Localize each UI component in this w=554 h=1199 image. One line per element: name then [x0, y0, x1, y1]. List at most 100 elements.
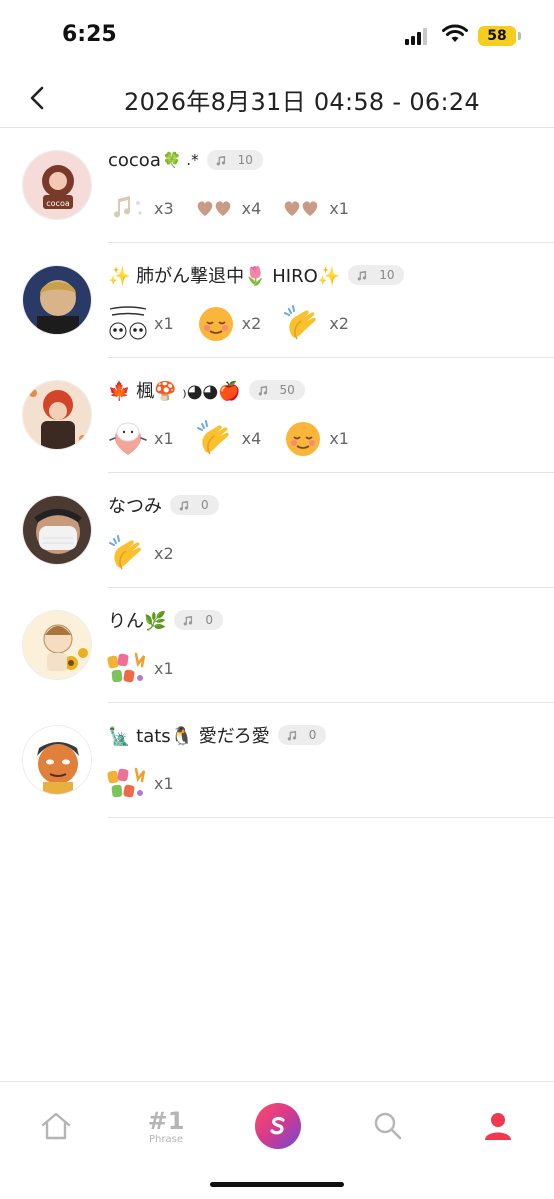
reaction-count: x1: [329, 198, 349, 218]
nav-phrase[interactable]: #1 Phrase: [136, 1096, 196, 1156]
reaction-count: x1: [329, 428, 349, 448]
music-note-icon: [184, 615, 193, 626]
profile-icon: [485, 1113, 511, 1140]
divider: [108, 817, 554, 818]
user-name-suffix: 🍀 .*: [162, 151, 199, 169]
note-count: 50: [279, 383, 295, 397]
reaction-list: x1 x4 x1: [106, 418, 369, 458]
music-note-icon: [357, 270, 367, 281]
note-count-badge: 0: [174, 610, 224, 630]
note-count-badge: 10: [206, 150, 263, 170]
reaction-list: x3 x4 x1: [106, 188, 369, 228]
avatar[interactable]: [22, 725, 92, 795]
reaction-list: x1: [106, 763, 194, 803]
reaction-item: x1: [281, 418, 349, 458]
list-item[interactable]: 🍁 楓🍄 ₎◕◕🍎 50 x1 x4 x1: [0, 358, 554, 473]
reaction-count: x4: [241, 198, 262, 218]
header: 2026年8月31日 04:58 - 06:24: [0, 66, 554, 128]
app-logo-icon: [255, 1103, 301, 1149]
reaction-item: x1: [106, 763, 174, 803]
music-note-icon: [287, 730, 296, 741]
wifi-icon: [442, 24, 468, 42]
reaction-item: x2: [194, 303, 262, 343]
note-count: 10: [379, 268, 395, 282]
avatar[interactable]: [22, 265, 92, 335]
battery-tip: [518, 32, 521, 40]
phrase-rank: #1: [147, 1106, 185, 1135]
home-icon: [41, 1112, 71, 1140]
colorful-text-sticker: [106, 763, 150, 803]
user-name: りん🌿: [108, 611, 167, 632]
page-title: 2026年8月31日 04:58 - 06:24: [124, 88, 480, 116]
list-item[interactable]: ✨ 肺がん撃退中🌷 HIRO✨ 10 x1 x2 x2: [0, 243, 554, 358]
phrase-label: Phrase: [149, 1133, 183, 1145]
note-count: 10: [237, 153, 253, 167]
reaction-item: x2: [106, 533, 174, 573]
colorful-text-sticker: [106, 648, 150, 688]
svg-text:cocoa: cocoa: [46, 199, 70, 208]
note-count: 0: [308, 728, 317, 742]
reaction-count: x4: [241, 428, 262, 448]
reaction-item: x4: [194, 418, 262, 458]
note-count: 0: [201, 498, 209, 512]
user-name: なつみ: [108, 496, 162, 517]
reaction-item: x4: [194, 188, 262, 228]
reaction-count: x1: [154, 658, 174, 678]
reaction-item: x3: [106, 188, 174, 228]
music-note-icon: [258, 385, 267, 396]
reaction-count: x1: [154, 428, 174, 448]
reaction-count: x3: [154, 198, 174, 218]
reaction-item: x1: [106, 648, 174, 688]
reaction-list: x1 x2 x2: [106, 303, 369, 343]
nav-search[interactable]: [358, 1096, 418, 1156]
user-name: 🍁 楓🍄 ₎◕◕🍎: [108, 381, 241, 402]
music-notes-sticker: [106, 188, 150, 228]
reaction-count: x2: [241, 313, 262, 333]
nav-center[interactable]: [248, 1096, 308, 1156]
list-item[interactable]: cocoa cocoa 🍀 .* 10 x3 x4 x1: [0, 128, 554, 243]
reaction-count: x1: [154, 313, 174, 333]
chevron-left-icon[interactable]: [24, 84, 52, 112]
user-name: ✨ 肺がん撃退中🌷 HIRO✨: [108, 266, 341, 287]
status-time: 6:25: [62, 22, 117, 47]
user-name: cocoa: [108, 149, 161, 171]
reaction-list: x2: [106, 533, 194, 573]
clapping-hands-sticker: [106, 533, 150, 573]
reaction-item: x1: [281, 188, 349, 228]
reaction-count: x2: [329, 313, 349, 333]
reaction-item: x1: [106, 418, 174, 458]
relieved-face-sticker: [194, 303, 238, 343]
nav-home[interactable]: [26, 1096, 86, 1156]
hearts-sticker: [281, 188, 325, 228]
list-item[interactable]: りん🌿 0 x1: [0, 588, 554, 703]
avatar[interactable]: [22, 495, 92, 565]
reaction-count: x1: [154, 773, 174, 793]
battery-indicator: 58: [478, 26, 516, 46]
reaction-list: x1: [106, 648, 194, 688]
pandas-thanks-sticker: [106, 303, 150, 343]
music-note-icon: [179, 500, 189, 511]
note-count-badge: 10: [348, 265, 405, 285]
note-count-badge: 50: [248, 380, 305, 400]
avatar[interactable]: [22, 610, 92, 680]
nav-profile[interactable]: [468, 1096, 528, 1156]
clapping-hands-sticker: [281, 303, 325, 343]
heart-ghost-sticker: [106, 418, 150, 458]
avatar[interactable]: [22, 380, 92, 450]
listener-list: cocoa cocoa 🍀 .* 10 x3 x4 x1 ✨ 肺がん撃退中🌷 H…: [0, 128, 554, 818]
search-icon: [374, 1112, 402, 1140]
avatar[interactable]: cocoa: [22, 150, 92, 220]
note-count: 0: [205, 613, 214, 627]
note-count-badge: 0: [170, 495, 219, 515]
user-name: 🗽 tats🐧 愛だろ愛: [108, 726, 270, 747]
list-item[interactable]: なつみ 0 x2: [0, 473, 554, 588]
cellular-signal-icon: [405, 27, 431, 45]
list-item[interactable]: 🗽 tats🐧 愛だろ愛 0 x1: [0, 703, 554, 818]
home-indicator: [210, 1182, 344, 1187]
hearts-sticker: [194, 188, 238, 228]
reaction-item: x1: [106, 303, 174, 343]
note-count-badge: 0: [277, 725, 327, 745]
status-bar: 6:25 58: [0, 0, 554, 66]
reaction-count: x2: [154, 543, 174, 563]
relieved-face-sticker: [281, 418, 325, 458]
